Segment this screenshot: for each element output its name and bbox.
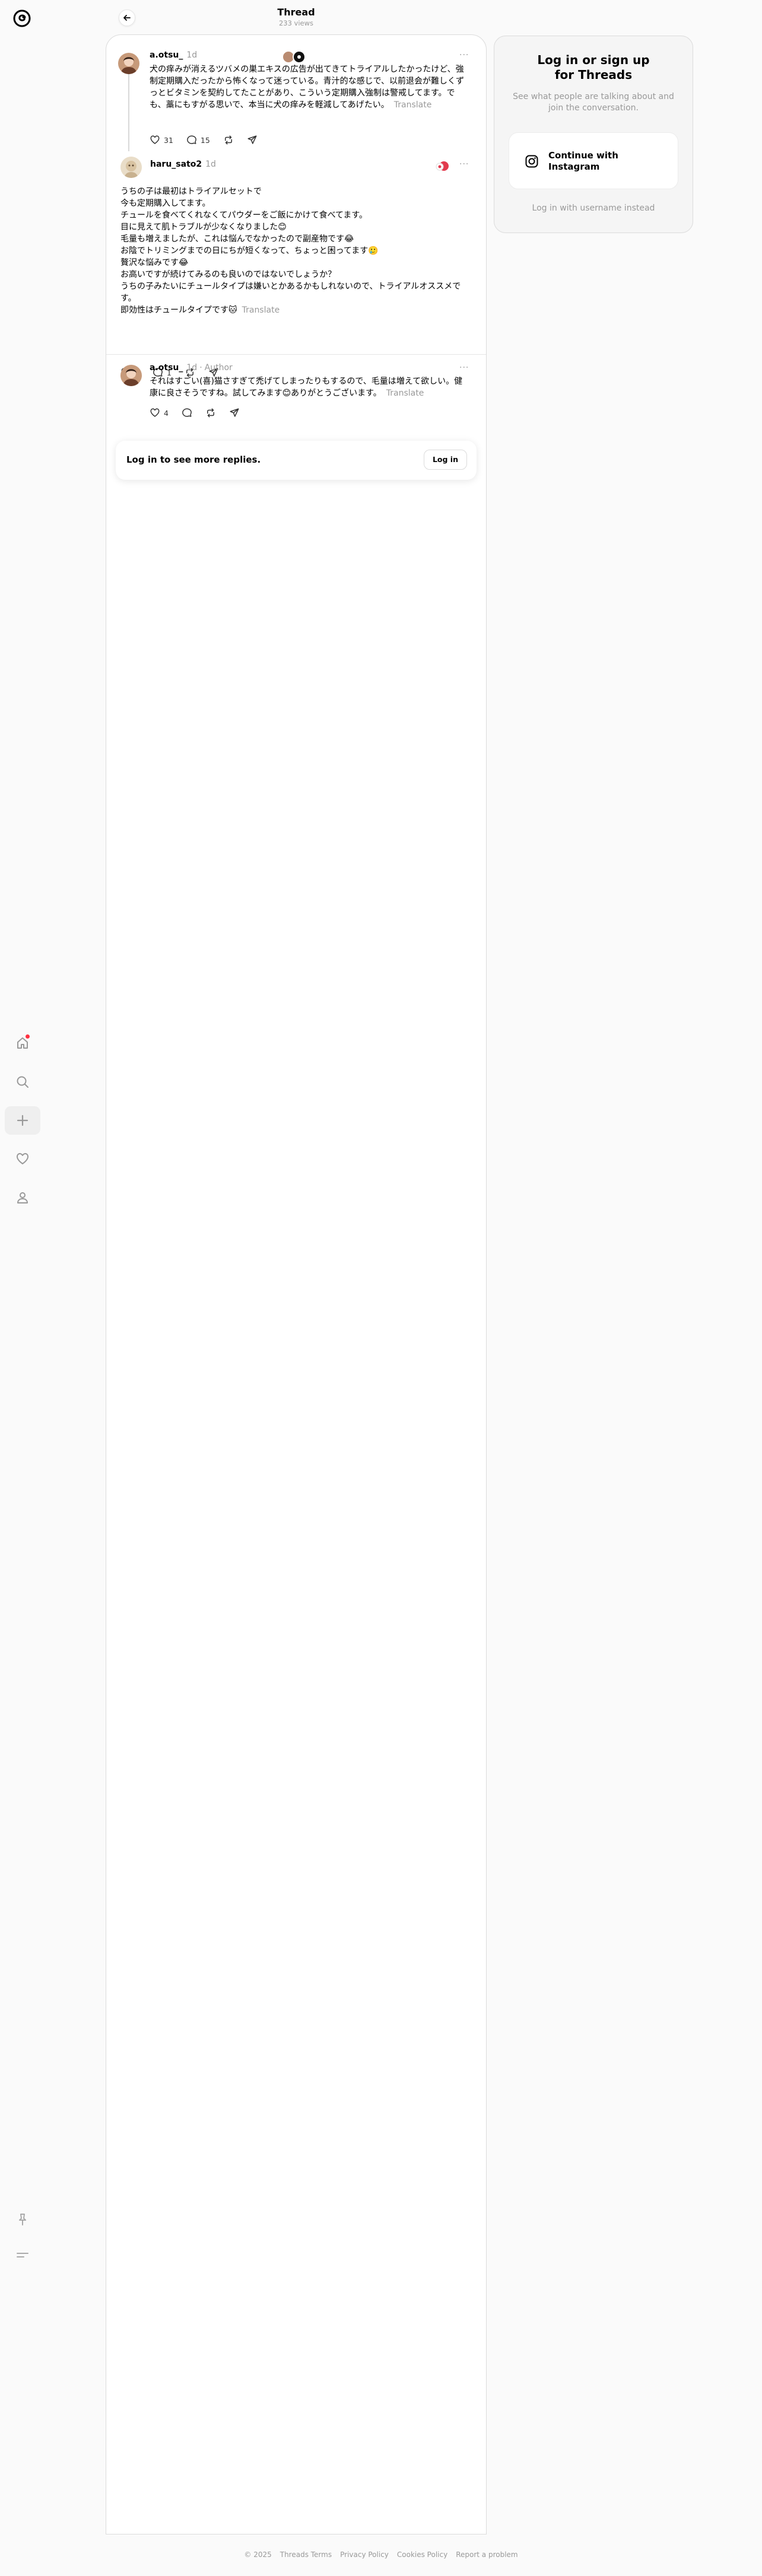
login-signup-panel: Log in or sign up for Threads See what p… (494, 36, 693, 233)
footer-link-terms[interactable]: Threads Terms (280, 2550, 332, 2559)
post-actions: 31 15 (150, 135, 258, 145)
instagram-button-label: Continue with Instagram (548, 150, 618, 172)
post-line: 即効性はチュールタイプです🐱 (120, 305, 237, 315)
copyright: © 2025 (244, 2550, 272, 2559)
footer-link-cookies[interactable]: Cookies Policy (397, 2550, 447, 2559)
footer-link-privacy[interactable]: Privacy Policy (340, 2550, 389, 2559)
thread-post: haru_sato2 1d ··· うちの子は最初はトライアルセットで 今も定期購… (106, 154, 486, 388)
activity-icon (17, 1153, 28, 1164)
share-button[interactable] (247, 135, 258, 145)
post-actions: 4 (150, 407, 240, 418)
username-login-link[interactable]: Log in with username instead (494, 203, 693, 213)
repost-icon (224, 135, 232, 145)
footer: © 2025 Threads Terms Privacy Policy Cook… (0, 2550, 762, 2559)
thread-column: a.otsu_ 1d ··· 犬の痒みが消えるツバメの巣エキスの広告が出てきてトラ… (106, 34, 487, 2534)
avatar[interactable] (120, 157, 142, 178)
pin-button[interactable] (5, 2205, 40, 2234)
like-button[interactable]: 31 (150, 135, 173, 145)
post-body: うちの子は最初はトライアルセットで 今も定期購入してます。 チュールを食べてくれ… (120, 186, 472, 316)
post-line: うちの子は最初はトライアルセットで (120, 187, 262, 196)
threads-logo-icon[interactable] (12, 8, 32, 28)
avatar[interactable] (120, 365, 142, 386)
post-line: 毛量も増えましたが、これは悩んでなかったので副産物です😂 (120, 234, 354, 244)
more-options-button[interactable]: ··· (459, 160, 469, 169)
post-line: うちの子みたいにチュールタイプは嫌いとかあるかもしれないので、トライアルオススメ… (120, 282, 461, 303)
heart-icon (150, 408, 160, 417)
post-line: 贅沢な悩みです😂 (120, 258, 189, 268)
comment-icon (187, 135, 196, 144)
like-count: 31 (164, 135, 173, 145)
post-line: お高いですが続けてみるのも良いのではないでしょうか？ (120, 270, 336, 279)
repost-button[interactable] (205, 407, 216, 418)
profile-icon (17, 1192, 28, 1203)
post-time: 1d (205, 160, 216, 169)
login-prompt-text: Log in to see more replies. (126, 454, 261, 465)
panel-title-text: Log in or sign up for Threads (537, 53, 650, 82)
post-line: 今も定期購入してます。 (120, 199, 211, 208)
avatar[interactable] (118, 53, 139, 74)
post-author[interactable]: haru_sato2 1d (150, 160, 216, 169)
menu-icon (17, 2253, 28, 2257)
thread-post: a.otsu_ 1d · Author ··· それはすごい(喜)猫さすぎて禿げてしま… (106, 354, 486, 437)
reaction-emoji-icon (434, 160, 450, 172)
back-button[interactable] (119, 9, 135, 26)
like-button[interactable]: 4 (150, 407, 169, 418)
post-author[interactable]: a.otsu_ 1d (150, 50, 197, 60)
panel-description: See what people are talking about and jo… (513, 92, 674, 113)
post-line: お陰でトリミングまでの日にちが短くなって、ちょっと困ってます🥲 (120, 246, 379, 256)
post-time: 1d (186, 363, 198, 372)
page-title: Thread (277, 7, 315, 18)
pin-icon (19, 2214, 26, 2225)
repost-button[interactable] (223, 135, 234, 145)
main-navigation (0, 1029, 45, 1212)
share-icon (230, 408, 239, 417)
like-count: 4 (164, 408, 169, 418)
comment-icon (182, 408, 192, 417)
author-badge: Author (204, 363, 233, 372)
more-options-button[interactable]: ··· (459, 363, 469, 372)
arrow-left-icon (123, 15, 131, 21)
nav-profile[interactable] (5, 1183, 40, 1212)
heart-icon (150, 135, 160, 144)
share-icon (247, 135, 257, 144)
post-body: 犬の痒みが消えるツバメの巣エキスの広告が出てきてトライアルしたかったけど、強制定… (150, 63, 465, 111)
reply-avatars (282, 50, 306, 63)
search-icon (17, 1076, 28, 1088)
notification-dot (26, 1034, 30, 1039)
translate-link[interactable]: Translate (242, 305, 280, 315)
username[interactable]: a.otsu_ (150, 50, 183, 60)
post-line-last: 即効性はチュールタイプです🐱 Translate (120, 304, 472, 316)
translate-link[interactable]: Translate (394, 100, 432, 110)
repost-icon (207, 408, 214, 418)
post-line: チュールを食べてくれなくてパウダーをご飯にかけて食べてます。 (120, 211, 367, 220)
translate-link[interactable]: Translate (386, 389, 424, 398)
login-button[interactable]: Log in (423, 450, 467, 470)
continue-with-instagram-button[interactable]: Continue with Instagram (509, 132, 678, 189)
nav-search[interactable] (5, 1068, 40, 1096)
nav-create[interactable] (5, 1106, 40, 1135)
share-button[interactable] (229, 407, 240, 418)
more-options-button[interactable]: ··· (459, 50, 469, 60)
avatar (293, 50, 306, 63)
footer-link-report[interactable]: Report a problem (456, 2550, 517, 2559)
panel-title: Log in or sign up for Threads (494, 53, 693, 82)
nav-home[interactable] (5, 1029, 40, 1058)
view-count: 233 views (278, 19, 314, 27)
post-line: 目に見えて肌トラブルが少なくなりました😊 (120, 222, 287, 232)
reply-button[interactable]: 15 (186, 135, 210, 145)
reply-count: 15 (200, 135, 210, 145)
nav-activity[interactable] (5, 1145, 40, 1173)
menu-button[interactable] (5, 2241, 40, 2269)
create-icon (17, 1115, 28, 1126)
thread-post: a.otsu_ 1d ··· 犬の痒みが消えるツバメの巣エキスの広告が出てきてトラ… (106, 35, 486, 154)
post-body: それはすごい(喜)猫さすぎて禿げてしまったりもするので、毛量は増えて欲しい。健康… (150, 375, 470, 399)
reply-button[interactable] (182, 407, 192, 418)
username[interactable]: haru_sato2 (150, 160, 202, 169)
instagram-icon (525, 154, 539, 168)
post-time: 1d (186, 50, 198, 60)
thread-connector-line (128, 73, 129, 151)
username[interactable]: a.otsu_ (150, 363, 183, 372)
post-author[interactable]: a.otsu_ 1d · Author (150, 363, 233, 372)
login-prompt-card: Log in to see more replies. Log in (116, 441, 477, 480)
